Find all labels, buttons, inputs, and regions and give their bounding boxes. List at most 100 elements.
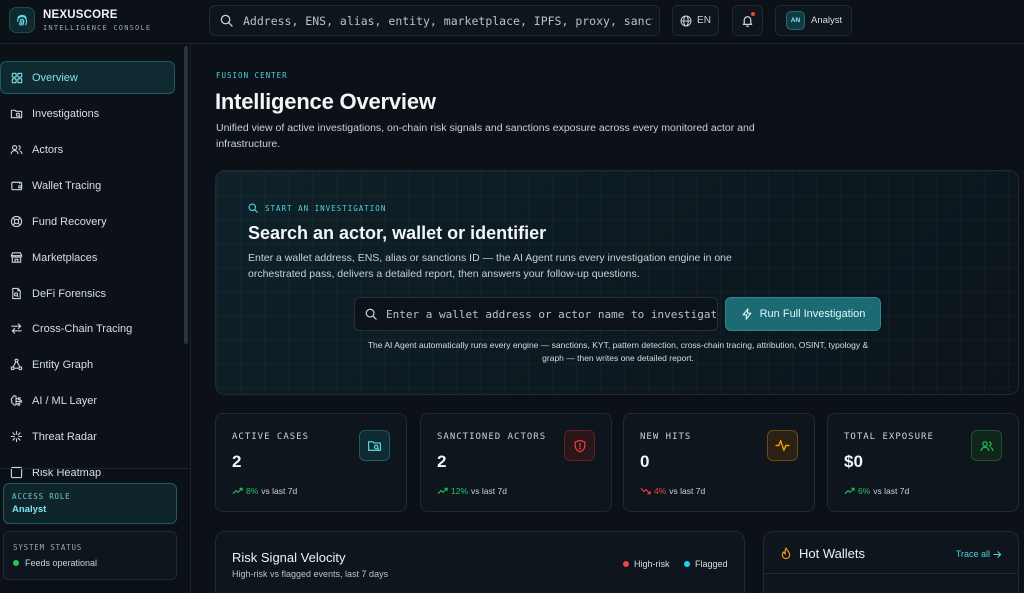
app-name: NEXUSCORE <box>43 8 118 21</box>
grid-icon <box>11 72 23 84</box>
sidebar-item-actors[interactable]: Actors <box>0 133 175 166</box>
notification-dot <box>751 12 755 16</box>
stat-label: ACTIVE CASES <box>232 432 310 442</box>
system-status-label: SYSTEM STATUS <box>13 543 83 552</box>
run-investigation-label: Run Full Investigation <box>759 308 866 320</box>
users-icon <box>971 430 1002 461</box>
sidebar-item-label: Threat Radar <box>32 430 97 443</box>
hero-title: Search an actor, wallet or identifier <box>248 223 547 243</box>
sidebar-item-wallet-tracing[interactable]: Wallet Tracing <box>0 169 175 202</box>
trend-up-icon <box>437 487 448 495</box>
investigation-search-input[interactable] <box>386 307 716 321</box>
sidebar-item-label: Entity Graph <box>32 358 94 371</box>
sidebar-item-entity-graph[interactable]: Entity Graph <box>0 348 175 381</box>
access-role-card[interactable]: ACCESS ROLE Analyst <box>3 483 177 524</box>
stat-value: 2 <box>232 452 242 471</box>
sidebar-item-ai-ml-layer[interactable]: AI / ML Layer <box>0 384 175 417</box>
top-bar: NEXUSCORE INTELLIGENCE CONSOLE EN AN Ana… <box>0 0 1024 44</box>
stat-delta: 8% vs last 7d <box>232 486 297 496</box>
folder-search-icon <box>359 430 390 461</box>
store-icon <box>10 251 23 264</box>
hot-wallets-panel: Hot Wallets Trace all <box>763 531 1019 593</box>
trend-down-icon <box>640 487 651 495</box>
stat-card-new-hits[interactable]: NEW HITS 0 4% vs last 7d <box>623 413 815 512</box>
legend-item-high-risk[interactable]: High-risk <box>623 559 670 569</box>
access-role-value: Analyst <box>12 504 47 515</box>
hero-eyebrow: START AN INVESTIGATION <box>248 203 386 213</box>
hero-description: Enter a wallet address, ENS, alias or sa… <box>248 252 732 280</box>
risk-signal-velocity-panel: Risk Signal Velocity High-risk vs flagge… <box>215 531 745 593</box>
stat-label: SANCTIONED ACTORS <box>437 432 547 442</box>
sidebar-item-defi-forensics[interactable]: DeFi Forensics <box>0 277 175 310</box>
page-title: Intelligence Overview <box>215 89 436 114</box>
sidebar-item-label: AI / ML Layer <box>32 394 98 407</box>
stat-delta-value: 4% <box>654 486 667 496</box>
global-search[interactable] <box>209 5 660 36</box>
activity-icon <box>767 430 798 461</box>
search-icon <box>220 14 233 27</box>
stat-value: 0 <box>640 452 650 471</box>
app-subtitle: INTELLIGENCE CONSOLE <box>43 23 152 32</box>
sidebar-scrollbar[interactable] <box>184 46 188 344</box>
status-indicator-dot <box>13 560 19 566</box>
notifications-button[interactable] <box>732 5 763 36</box>
flame-icon <box>780 547 792 560</box>
trace-all-link[interactable]: Trace all <box>956 549 1002 559</box>
stat-delta-suffix: vs last 7d <box>669 486 706 496</box>
legend-label: Flagged <box>695 559 728 569</box>
sidebar-item-investigations[interactable]: Investigations <box>0 97 175 130</box>
search-icon <box>365 308 377 320</box>
trend-up-icon <box>232 487 243 495</box>
stat-card-sanctioned-actors[interactable]: SANCTIONED ACTORS 2 12% vs last 7d <box>420 413 612 512</box>
wallet-icon <box>10 179 23 192</box>
stat-value: 2 <box>437 452 447 471</box>
user-label: Analyst <box>811 15 843 26</box>
run-investigation-button[interactable]: Run Full Investigation <box>725 297 881 331</box>
avatar: AN <box>786 11 805 30</box>
trace-all-label: Trace all <box>955 549 990 559</box>
page-description: Unified view of active investigations, o… <box>216 122 755 150</box>
sidebar-item-label: DeFi Forensics <box>32 287 106 300</box>
user-menu[interactable]: AN Analyst <box>775 5 852 36</box>
hero-eyebrow-label: START AN INVESTIGATION <box>265 203 387 213</box>
stat-value: $0 <box>844 452 863 471</box>
sidebar-item-cross-chain-tracing[interactable]: Cross-Chain Tracing <box>0 312 175 345</box>
fingerprint-logo-icon <box>9 7 35 33</box>
sidebar-item-label: Actors <box>32 143 64 156</box>
panel-title: Hot Wallets <box>799 546 865 561</box>
page-eyebrow: FUSION CENTER <box>216 71 288 80</box>
trend-up-icon <box>844 487 855 495</box>
arrows-exchange-icon <box>10 322 23 335</box>
legend-dot <box>684 561 690 567</box>
brand[interactable]: NEXUSCORE INTELLIGENCE CONSOLE <box>9 7 151 33</box>
sidebar-item-threat-radar[interactable]: Threat Radar <box>0 420 175 453</box>
users-icon <box>10 143 23 156</box>
sidebar-item-marketplaces[interactable]: Marketplaces <box>0 241 175 274</box>
panel-subtitle: High-risk vs flagged events, last 7 days <box>232 569 389 579</box>
sidebar: Overview Investigations Actors Wallet Tr… <box>0 44 191 593</box>
legend-label: High-risk <box>634 559 670 569</box>
file-search-icon <box>10 287 23 300</box>
stat-delta-value: 12% <box>451 486 469 496</box>
lifebuoy-icon <box>10 215 23 228</box>
stat-delta-value: 8% <box>246 486 259 496</box>
sidebar-item-label: Marketplaces <box>32 251 98 264</box>
legend-dot <box>623 561 629 567</box>
global-search-input[interactable] <box>243 13 653 28</box>
sidebar-item-overview[interactable]: Overview <box>0 61 175 94</box>
sidebar-item-fund-recovery[interactable]: Fund Recovery <box>0 205 175 238</box>
stat-label: NEW HITS <box>640 432 692 442</box>
stat-delta: 12% vs last 7d <box>437 486 507 496</box>
lightning-icon <box>741 308 753 320</box>
stat-card-total-exposure[interactable]: TOTAL EXPOSURE $0 6% vs last 7d <box>827 413 1019 512</box>
stat-card-active-cases[interactable]: ACTIVE CASES 2 8% vs last 7d <box>215 413 407 512</box>
shield-alert-icon <box>564 430 595 461</box>
access-role-label: ACCESS ROLE <box>12 492 71 501</box>
hot-wallets-header: Hot Wallets <box>780 546 865 561</box>
legend-item-flagged[interactable]: Flagged <box>684 559 728 569</box>
investigation-search[interactable] <box>354 297 718 331</box>
stat-delta: 4% vs last 7d <box>640 486 705 496</box>
sidebar-item-label: Cross-Chain Tracing <box>32 322 133 335</box>
language-selector[interactable]: EN <box>672 5 719 36</box>
search-icon <box>248 203 258 213</box>
